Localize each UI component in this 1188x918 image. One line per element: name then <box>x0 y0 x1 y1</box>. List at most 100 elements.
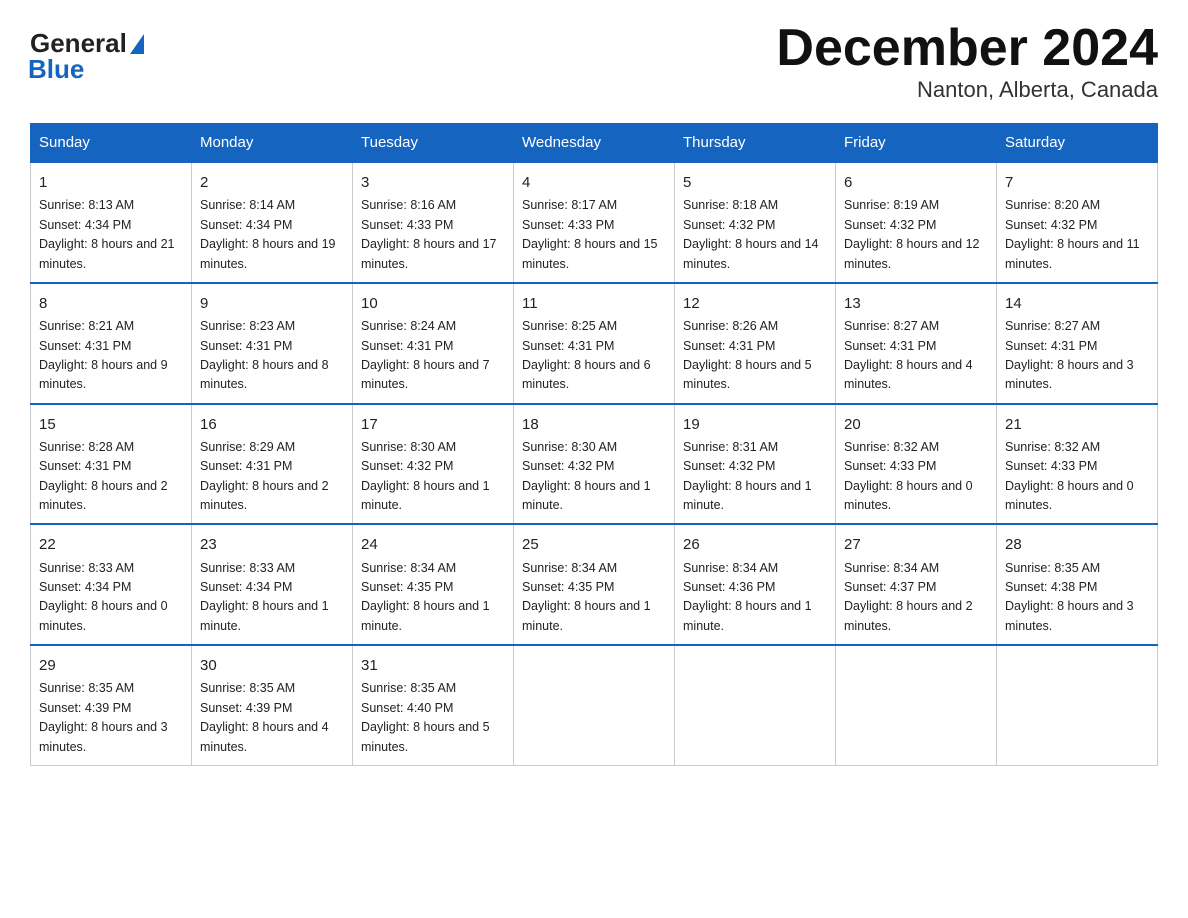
day-number: 9 <box>200 292 344 315</box>
day-info: Sunrise: 8:34 AMSunset: 4:37 PMDaylight:… <box>844 561 973 633</box>
day-number: 8 <box>39 292 183 315</box>
day-number: 15 <box>39 413 183 436</box>
calendar-cell: 2 Sunrise: 8:14 AMSunset: 4:34 PMDayligh… <box>192 162 353 283</box>
calendar-cell: 28 Sunrise: 8:35 AMSunset: 4:38 PMDaylig… <box>997 524 1158 645</box>
calendar-cell: 25 Sunrise: 8:34 AMSunset: 4:35 PMDaylig… <box>514 524 675 645</box>
day-number: 25 <box>522 533 666 556</box>
day-info: Sunrise: 8:28 AMSunset: 4:31 PMDaylight:… <box>39 440 168 512</box>
calendar-cell: 7 Sunrise: 8:20 AMSunset: 4:32 PMDayligh… <box>997 162 1158 283</box>
day-number: 6 <box>844 171 988 194</box>
day-info: Sunrise: 8:33 AMSunset: 4:34 PMDaylight:… <box>200 561 329 633</box>
calendar-cell: 5 Sunrise: 8:18 AMSunset: 4:32 PMDayligh… <box>675 162 836 283</box>
calendar-cell: 1 Sunrise: 8:13 AMSunset: 4:34 PMDayligh… <box>31 162 192 283</box>
calendar-cell: 21 Sunrise: 8:32 AMSunset: 4:33 PMDaylig… <box>997 404 1158 525</box>
calendar-cell: 9 Sunrise: 8:23 AMSunset: 4:31 PMDayligh… <box>192 283 353 404</box>
calendar-week-1: 1 Sunrise: 8:13 AMSunset: 4:34 PMDayligh… <box>31 162 1158 283</box>
logo-general-text: General <box>30 30 127 56</box>
day-number: 2 <box>200 171 344 194</box>
calendar-cell: 16 Sunrise: 8:29 AMSunset: 4:31 PMDaylig… <box>192 404 353 525</box>
calendar-cell: 31 Sunrise: 8:35 AMSunset: 4:40 PMDaylig… <box>353 645 514 765</box>
calendar-week-2: 8 Sunrise: 8:21 AMSunset: 4:31 PMDayligh… <box>31 283 1158 404</box>
day-info: Sunrise: 8:18 AMSunset: 4:32 PMDaylight:… <box>683 198 819 270</box>
day-info: Sunrise: 8:14 AMSunset: 4:34 PMDaylight:… <box>200 198 336 270</box>
day-number: 10 <box>361 292 505 315</box>
calendar-cell: 4 Sunrise: 8:17 AMSunset: 4:33 PMDayligh… <box>514 162 675 283</box>
day-info: Sunrise: 8:19 AMSunset: 4:32 PMDaylight:… <box>844 198 980 270</box>
calendar-cell: 13 Sunrise: 8:27 AMSunset: 4:31 PMDaylig… <box>836 283 997 404</box>
day-info: Sunrise: 8:31 AMSunset: 4:32 PMDaylight:… <box>683 440 812 512</box>
day-info: Sunrise: 8:24 AMSunset: 4:31 PMDaylight:… <box>361 319 490 391</box>
calendar-table: SundayMondayTuesdayWednesdayThursdayFrid… <box>30 123 1158 766</box>
calendar-cell: 10 Sunrise: 8:24 AMSunset: 4:31 PMDaylig… <box>353 283 514 404</box>
day-number: 7 <box>1005 171 1149 194</box>
calendar-week-5: 29 Sunrise: 8:35 AMSunset: 4:39 PMDaylig… <box>31 645 1158 765</box>
calendar-cell: 24 Sunrise: 8:34 AMSunset: 4:35 PMDaylig… <box>353 524 514 645</box>
calendar-cell: 26 Sunrise: 8:34 AMSunset: 4:36 PMDaylig… <box>675 524 836 645</box>
calendar-week-3: 15 Sunrise: 8:28 AMSunset: 4:31 PMDaylig… <box>31 404 1158 525</box>
calendar-cell: 15 Sunrise: 8:28 AMSunset: 4:31 PMDaylig… <box>31 404 192 525</box>
page-title: December 2024 <box>776 20 1158 77</box>
day-number: 27 <box>844 533 988 556</box>
day-number: 28 <box>1005 533 1149 556</box>
day-number: 11 <box>522 292 666 315</box>
page-header: General Blue December 2024 Nanton, Alber… <box>30 20 1158 103</box>
calendar-cell <box>514 645 675 765</box>
header-day-monday: Monday <box>192 124 353 163</box>
day-info: Sunrise: 8:34 AMSunset: 4:35 PMDaylight:… <box>361 561 490 633</box>
calendar-cell: 23 Sunrise: 8:33 AMSunset: 4:34 PMDaylig… <box>192 524 353 645</box>
day-info: Sunrise: 8:29 AMSunset: 4:31 PMDaylight:… <box>200 440 329 512</box>
day-number: 26 <box>683 533 827 556</box>
header-day-thursday: Thursday <box>675 124 836 163</box>
calendar-header: SundayMondayTuesdayWednesdayThursdayFrid… <box>31 124 1158 163</box>
day-number: 20 <box>844 413 988 436</box>
calendar-cell: 19 Sunrise: 8:31 AMSunset: 4:32 PMDaylig… <box>675 404 836 525</box>
calendar-cell: 29 Sunrise: 8:35 AMSunset: 4:39 PMDaylig… <box>31 645 192 765</box>
calendar-cell: 12 Sunrise: 8:26 AMSunset: 4:31 PMDaylig… <box>675 283 836 404</box>
day-number: 13 <box>844 292 988 315</box>
calendar-cell: 3 Sunrise: 8:16 AMSunset: 4:33 PMDayligh… <box>353 162 514 283</box>
header-day-friday: Friday <box>836 124 997 163</box>
day-info: Sunrise: 8:27 AMSunset: 4:31 PMDaylight:… <box>1005 319 1134 391</box>
day-info: Sunrise: 8:13 AMSunset: 4:34 PMDaylight:… <box>39 198 175 270</box>
day-info: Sunrise: 8:27 AMSunset: 4:31 PMDaylight:… <box>844 319 973 391</box>
calendar-cell <box>675 645 836 765</box>
day-info: Sunrise: 8:35 AMSunset: 4:39 PMDaylight:… <box>200 681 329 753</box>
day-info: Sunrise: 8:17 AMSunset: 4:33 PMDaylight:… <box>522 198 658 270</box>
day-number: 19 <box>683 413 827 436</box>
day-number: 17 <box>361 413 505 436</box>
calendar-cell: 6 Sunrise: 8:19 AMSunset: 4:32 PMDayligh… <box>836 162 997 283</box>
day-number: 16 <box>200 413 344 436</box>
day-info: Sunrise: 8:32 AMSunset: 4:33 PMDaylight:… <box>1005 440 1134 512</box>
calendar-cell: 27 Sunrise: 8:34 AMSunset: 4:37 PMDaylig… <box>836 524 997 645</box>
calendar-cell: 17 Sunrise: 8:30 AMSunset: 4:32 PMDaylig… <box>353 404 514 525</box>
day-number: 4 <box>522 171 666 194</box>
day-number: 30 <box>200 654 344 677</box>
day-info: Sunrise: 8:23 AMSunset: 4:31 PMDaylight:… <box>200 319 329 391</box>
day-info: Sunrise: 8:35 AMSunset: 4:40 PMDaylight:… <box>361 681 490 753</box>
day-info: Sunrise: 8:34 AMSunset: 4:35 PMDaylight:… <box>522 561 651 633</box>
header-day-wednesday: Wednesday <box>514 124 675 163</box>
day-info: Sunrise: 8:35 AMSunset: 4:38 PMDaylight:… <box>1005 561 1134 633</box>
day-number: 1 <box>39 171 183 194</box>
calendar-cell: 20 Sunrise: 8:32 AMSunset: 4:33 PMDaylig… <box>836 404 997 525</box>
day-info: Sunrise: 8:33 AMSunset: 4:34 PMDaylight:… <box>39 561 168 633</box>
day-info: Sunrise: 8:35 AMSunset: 4:39 PMDaylight:… <box>39 681 168 753</box>
day-info: Sunrise: 8:34 AMSunset: 4:36 PMDaylight:… <box>683 561 812 633</box>
day-number: 22 <box>39 533 183 556</box>
header-day-tuesday: Tuesday <box>353 124 514 163</box>
day-number: 5 <box>683 171 827 194</box>
calendar-cell: 11 Sunrise: 8:25 AMSunset: 4:31 PMDaylig… <box>514 283 675 404</box>
calendar-cell: 30 Sunrise: 8:35 AMSunset: 4:39 PMDaylig… <box>192 645 353 765</box>
title-block: December 2024 Nanton, Alberta, Canada <box>776 20 1158 103</box>
day-number: 21 <box>1005 413 1149 436</box>
header-day-sunday: Sunday <box>31 124 192 163</box>
calendar-cell: 22 Sunrise: 8:33 AMSunset: 4:34 PMDaylig… <box>31 524 192 645</box>
day-number: 23 <box>200 533 344 556</box>
day-number: 29 <box>39 654 183 677</box>
day-info: Sunrise: 8:21 AMSunset: 4:31 PMDaylight:… <box>39 319 168 391</box>
day-info: Sunrise: 8:20 AMSunset: 4:32 PMDaylight:… <box>1005 198 1140 270</box>
logo: General Blue <box>30 30 144 85</box>
calendar-week-4: 22 Sunrise: 8:33 AMSunset: 4:34 PMDaylig… <box>31 524 1158 645</box>
logo-triangle-icon <box>130 34 144 54</box>
day-info: Sunrise: 8:16 AMSunset: 4:33 PMDaylight:… <box>361 198 497 270</box>
